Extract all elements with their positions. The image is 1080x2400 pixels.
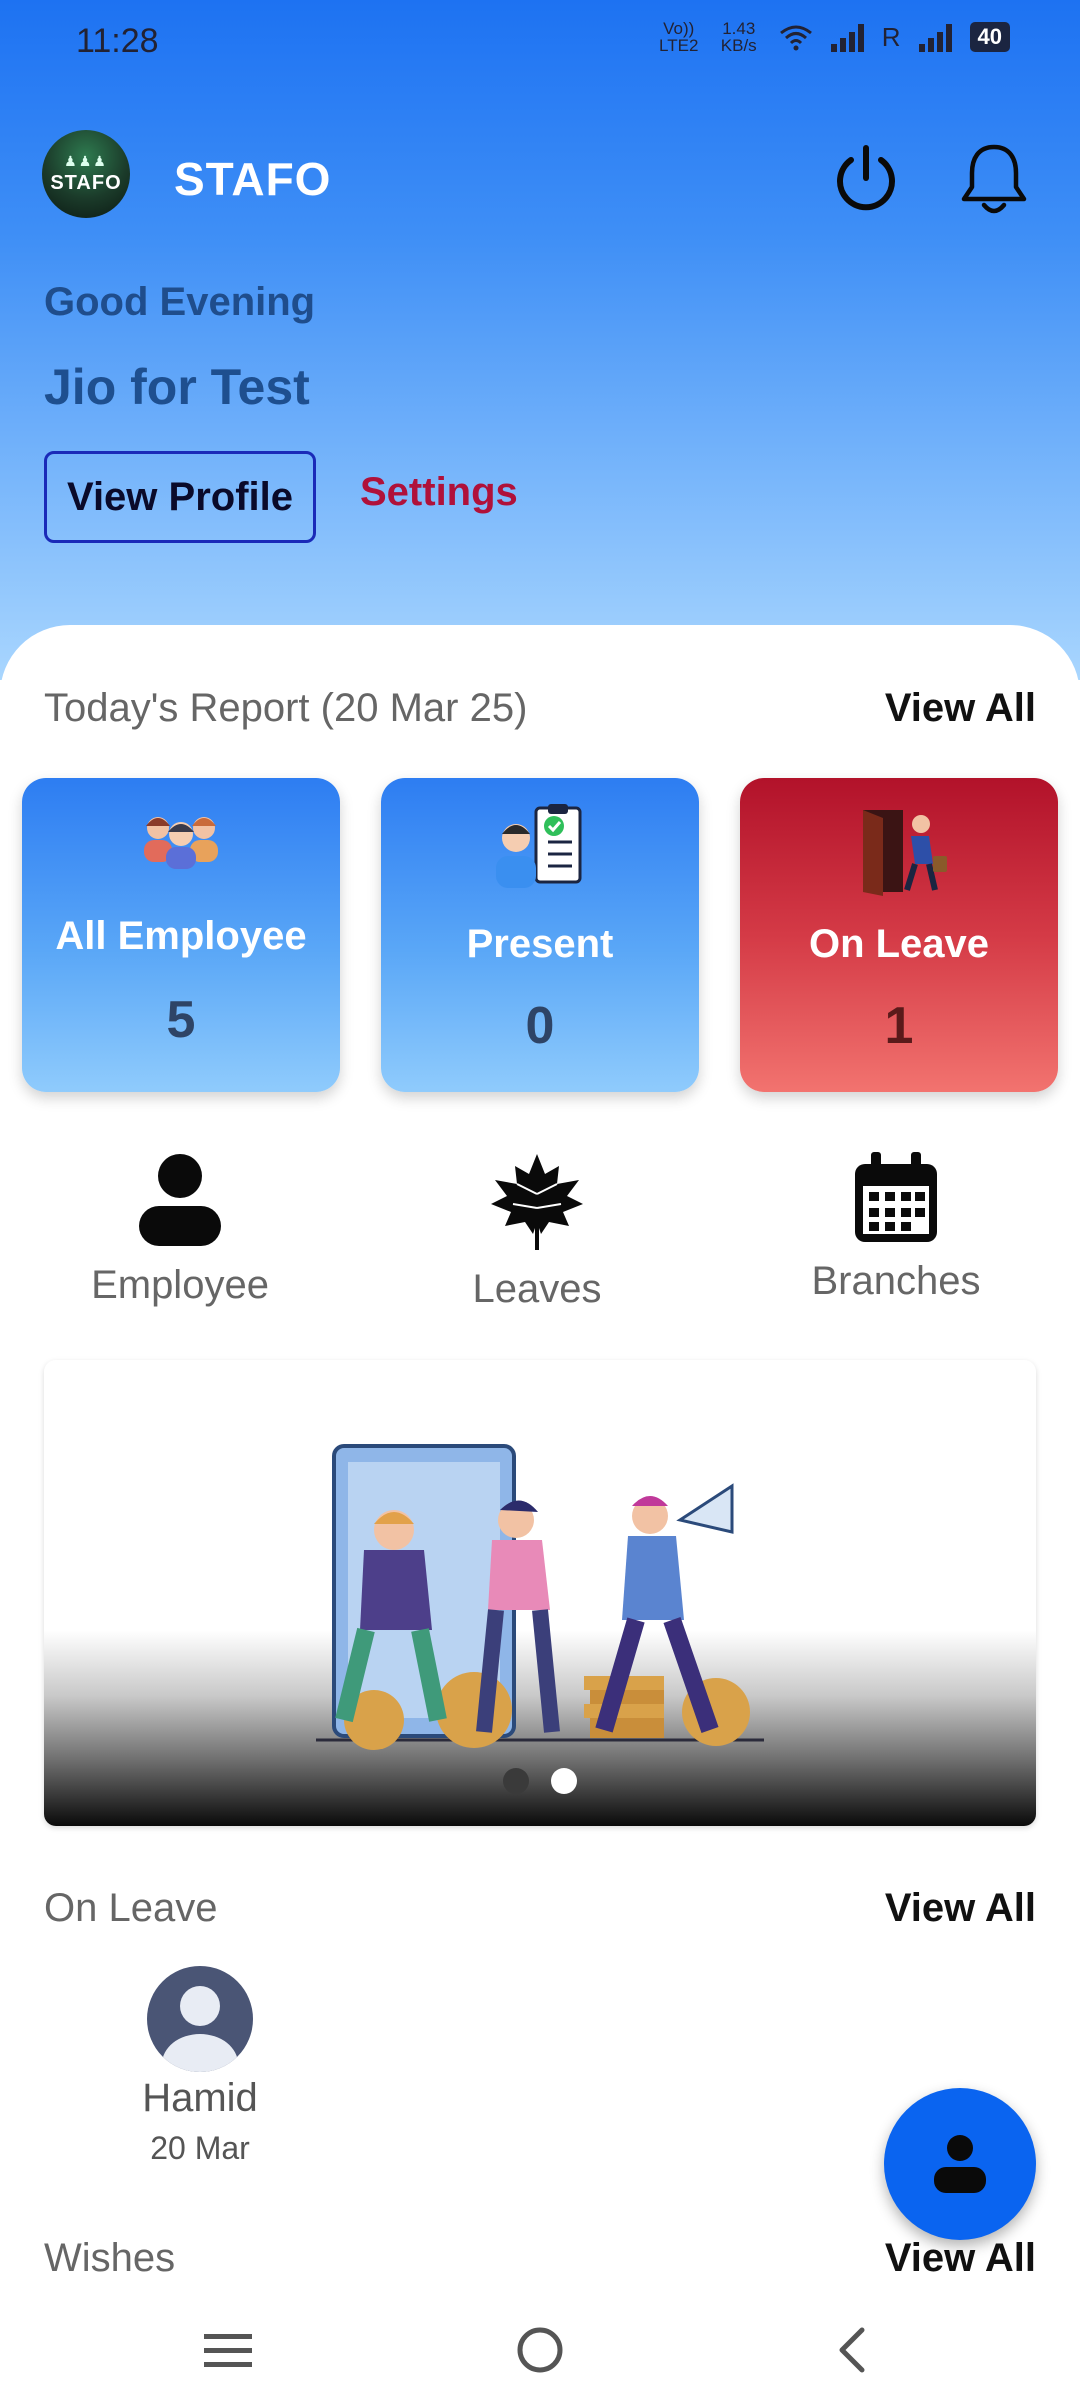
card-count: 5 (166, 991, 196, 1049)
present-card[interactable]: Present 0 (381, 778, 699, 1092)
people-walking-illustration (316, 1444, 764, 1750)
report-view-all-link[interactable]: View All (885, 686, 1036, 731)
network-speed: 1.43 KB/s (720, 19, 757, 55)
promo-banner[interactable] (44, 1360, 1036, 1826)
back-button[interactable] (812, 2320, 892, 2380)
branches-shortcut[interactable]: Branches (746, 1150, 1046, 1304)
calendar-icon (855, 1152, 937, 1242)
notifications-button[interactable] (954, 140, 1034, 220)
back-arrow-icon (839, 2327, 865, 2373)
person-icon (934, 2135, 986, 2193)
power-button[interactable] (826, 140, 906, 220)
recent-apps-button[interactable] (188, 2320, 268, 2380)
wishes-title: Wishes (44, 2236, 176, 2280)
on-leave-title: On Leave (44, 1886, 218, 1930)
roaming-label: R (881, 21, 901, 52)
team-icon: ♟♟♟ (64, 153, 108, 169)
quick-label: Employee (91, 1263, 269, 1307)
system-navigation-bar (0, 2300, 1080, 2400)
quick-label: Branches (811, 1259, 981, 1303)
signal-icon (830, 22, 864, 52)
wifi-icon (779, 25, 812, 51)
header-background (0, 0, 1080, 680)
status-icons: Vo)) LTE2 1.43 KB/s R 40 (659, 20, 1010, 54)
employee-shortcut[interactable]: Employee (30, 1150, 330, 1308)
card-count: 1 (884, 997, 914, 1055)
card-label: All Employee (55, 914, 307, 958)
logo-text: STAFO (50, 172, 122, 194)
carousel-dot-active[interactable] (551, 1768, 577, 1794)
greeting-text: Good Evening (44, 280, 316, 324)
on-leave-view-all-link[interactable]: View All (885, 1886, 1036, 1931)
menu-icon (204, 2334, 252, 2367)
settings-link[interactable]: Settings (360, 470, 518, 515)
avatar[interactable] (147, 1966, 253, 2072)
floating-action-button[interactable] (884, 2088, 1036, 2240)
user-name: Jio for Test (44, 359, 310, 415)
home-circle-icon (517, 2327, 563, 2373)
person-icon (139, 1154, 221, 1246)
signal-icon-2 (918, 22, 952, 52)
leave-date: 20 Mar (150, 2130, 250, 2166)
leaves-shortcut[interactable]: Leaves (387, 1150, 687, 1312)
all-employee-card[interactable]: All Employee 5 (22, 778, 340, 1092)
battery-indicator: 40 (969, 22, 1010, 52)
app-title: STAFO (174, 153, 332, 205)
status-time: 11:28 (76, 22, 159, 60)
leave-employee-name: Hamid (142, 2076, 258, 2120)
card-count: 0 (525, 997, 555, 1055)
app-logo: ♟♟♟ STAFO (42, 130, 130, 218)
user-avatar-icon (162, 1986, 238, 2072)
group-icon (144, 817, 218, 869)
home-button[interactable] (500, 2320, 580, 2380)
status-bar: 11:28 Vo)) LTE2 1.43 KB/s R 40 (0, 0, 1080, 90)
carousel-dot[interactable] (503, 1768, 529, 1794)
exit-door-icon (863, 810, 947, 896)
view-profile-button[interactable]: View Profile (44, 451, 316, 543)
card-label: On Leave (808, 922, 990, 966)
on-leave-card[interactable]: On Leave 1 (740, 778, 1058, 1092)
leaf-icon (491, 1154, 583, 1250)
network-label: Vo)) LTE2 (659, 19, 699, 55)
card-label: Present (466, 922, 614, 966)
report-title: Today's Report (20 Mar 25) (44, 686, 528, 730)
bell-icon (961, 144, 1027, 214)
wishes-view-all-link[interactable]: View All (885, 2236, 1036, 2281)
power-icon (837, 145, 895, 211)
quick-label: Leaves (472, 1267, 602, 1311)
attendance-clipboard-icon (496, 804, 582, 888)
